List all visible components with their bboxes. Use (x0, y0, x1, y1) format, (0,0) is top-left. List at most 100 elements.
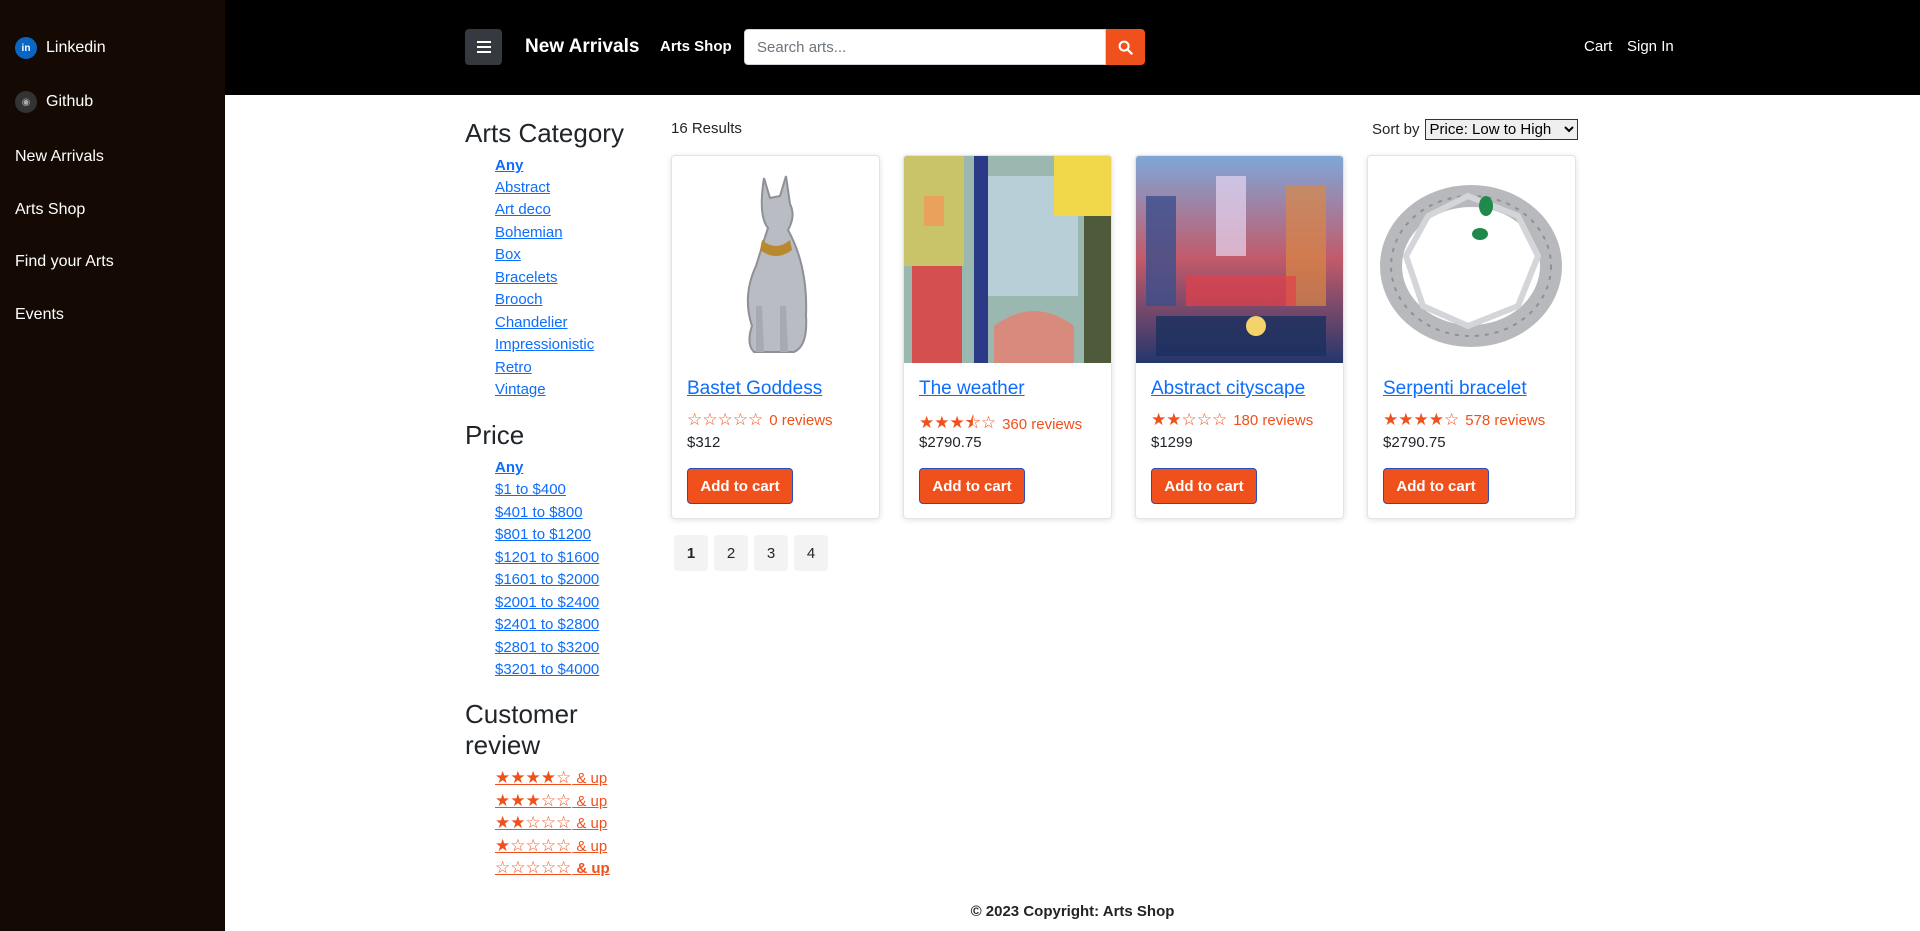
category-link[interactable]: Impressionistic (495, 336, 594, 353)
star-rating-icon: ☆☆☆☆☆ (495, 858, 572, 877)
add-to-cart-button[interactable]: Add to cart (1383, 468, 1489, 504)
product-price: $312 (687, 434, 721, 451)
category-heading: Arts Category (465, 118, 624, 148)
pagination-page[interactable]: 4 (794, 535, 828, 571)
sidebar-item-find-your-arts[interactable]: Find your Arts (15, 253, 114, 271)
review-filter-label: & up (572, 769, 608, 787)
review-filter-link[interactable]: ★☆☆☆☆ & up (495, 836, 607, 856)
sidebar-item-new-arrivals[interactable]: New Arrivals (15, 148, 104, 166)
product-rating: ★★★★☆ 578 reviews (1383, 410, 1545, 430)
sidebar-item-label: Find your Arts (15, 253, 114, 270)
product-image[interactable] (1368, 156, 1575, 363)
review-filter-link[interactable]: ☆☆☆☆☆ & up (495, 858, 610, 878)
star-rating-icon: ★★☆☆☆ (1151, 410, 1228, 429)
sidebar-item-events[interactable]: Events (15, 306, 64, 324)
review-count: 360 reviews (1002, 416, 1083, 433)
product-title-link[interactable]: Serpenti bracelet (1383, 378, 1527, 400)
price-link[interactable]: Any (495, 459, 523, 476)
product-card: Abstract cityscape ★★☆☆☆ 180 reviews $12… (1135, 155, 1344, 519)
review-filter-label: & up (572, 814, 608, 832)
sidebar-item-label: Events (15, 306, 64, 323)
review-count: 0 reviews (769, 411, 833, 429)
price-link[interactable]: $3201 to $4000 (495, 661, 599, 678)
cart-link[interactable]: Cart (1584, 38, 1612, 55)
sort-select[interactable]: Price: Low to High (1424, 119, 1578, 140)
add-to-cart-button[interactable]: Add to cart (919, 468, 1025, 504)
price-link[interactable]: $801 to $1200 (495, 526, 591, 543)
star-rating-icon: ★☆☆☆☆ (495, 836, 572, 855)
category-link[interactable]: Art deco (495, 201, 551, 218)
review-filter-label: & up (572, 837, 608, 855)
product-title-link[interactable]: Bastet Goddess (687, 378, 822, 400)
review-filter-link[interactable]: ★★★★☆ & up (495, 768, 607, 788)
github-icon: ◉ (15, 91, 37, 113)
product-card: The weather ★★★⯪☆ 360 reviews $2790.75 A… (903, 155, 1112, 519)
footer-copyright: © 2023 Copyright: Arts Shop (970, 903, 1175, 920)
sidebar-item-label: Linkedin (46, 39, 106, 56)
review-filter-link[interactable]: ★★★☆☆ & up (495, 791, 607, 811)
price-link[interactable]: $2401 to $2800 (495, 616, 599, 633)
sidebar-item-label: Github (46, 93, 94, 110)
search-input[interactable] (744, 29, 1106, 65)
product-price: $2790.75 (1383, 434, 1446, 451)
product-image[interactable] (904, 156, 1111, 363)
category-link[interactable]: Bracelets (495, 269, 558, 286)
add-to-cart-button[interactable]: Add to cart (687, 468, 793, 504)
category-link[interactable]: Any (495, 157, 523, 174)
sidebar-item-label: Arts Shop (15, 201, 86, 218)
sign-in-link[interactable]: Sign In (1627, 38, 1674, 55)
price-link[interactable]: $2801 to $3200 (495, 639, 599, 656)
category-link[interactable]: Chandelier (495, 314, 568, 331)
search-button[interactable] (1106, 29, 1145, 65)
star-rating-icon: ★★★☆☆ (495, 791, 572, 810)
star-rating-icon: ☆☆☆☆☆ (687, 410, 764, 429)
price-link[interactable]: $2001 to $2400 (495, 594, 599, 611)
product-price: $2790.75 (919, 434, 982, 451)
product-card: Serpenti bracelet ★★★★☆ 578 reviews $279… (1367, 155, 1576, 519)
price-link[interactable]: $1 to $400 (495, 481, 566, 498)
add-to-cart-button[interactable]: Add to cart (1151, 468, 1257, 504)
review-heading-line1: Customer (465, 699, 578, 729)
price-link[interactable]: $1201 to $1600 (495, 549, 599, 566)
pagination-page[interactable]: 2 (714, 535, 748, 571)
sidebar-item-linkedin[interactable]: in Linkedin (15, 37, 106, 59)
star-rating-icon: ★★☆☆☆ (495, 813, 572, 832)
category-link[interactable]: Vintage (495, 381, 546, 398)
sidebar-item-github[interactable]: ◉ Github (15, 91, 93, 113)
sidebar-item-label: New Arrivals (15, 148, 104, 165)
category-link[interactable]: Box (495, 246, 521, 263)
hamburger-icon (476, 46, 491, 48)
review-filter-label: & up (572, 792, 608, 810)
product-price: $1299 (1151, 434, 1193, 451)
product-image[interactable] (1136, 156, 1343, 363)
category-link[interactable]: Retro (495, 359, 532, 376)
review-filter-label: & up (572, 859, 610, 877)
review-heading: Customer review (465, 699, 578, 761)
product-card: Bastet Goddess ☆☆☆☆☆ 0 reviews $312 Add … (671, 155, 880, 519)
search-icon (1118, 40, 1133, 55)
product-image[interactable] (672, 156, 879, 363)
price-link[interactable]: $1601 to $2000 (495, 571, 599, 588)
pagination-page[interactable]: 1 (674, 535, 708, 571)
product-title-link[interactable]: Abstract cityscape (1151, 378, 1305, 400)
product-rating: ☆☆☆☆☆ 0 reviews (687, 410, 833, 430)
star-rating-icon: ★★★★☆ (1383, 410, 1460, 429)
brand-link[interactable]: New Arrivals (525, 36, 639, 58)
category-link[interactable]: Abstract (495, 179, 550, 196)
category-link[interactable]: Brooch (495, 291, 543, 308)
pagination-page[interactable]: 3 (754, 535, 788, 571)
sidebar-item-arts-shop[interactable]: Arts Shop (15, 201, 85, 219)
category-link[interactable]: Bohemian (495, 224, 563, 241)
results-count: 16 Results (671, 120, 742, 137)
product-title-link[interactable]: The weather (919, 378, 1025, 400)
sort-control: Sort by Price: Low to High (1372, 119, 1578, 140)
star-rating-icon: ★★★★☆ (495, 768, 572, 787)
sort-label: Sort by (1372, 121, 1420, 138)
linkedin-icon: in (15, 37, 37, 59)
product-rating: ★★☆☆☆ 180 reviews (1151, 410, 1313, 430)
review-filter-link[interactable]: ★★☆☆☆ & up (495, 813, 607, 833)
menu-toggle-button[interactable] (465, 29, 502, 65)
arts-shop-link[interactable]: Arts Shop (660, 38, 732, 55)
price-link[interactable]: $401 to $800 (495, 504, 583, 521)
price-heading: Price (465, 420, 525, 450)
